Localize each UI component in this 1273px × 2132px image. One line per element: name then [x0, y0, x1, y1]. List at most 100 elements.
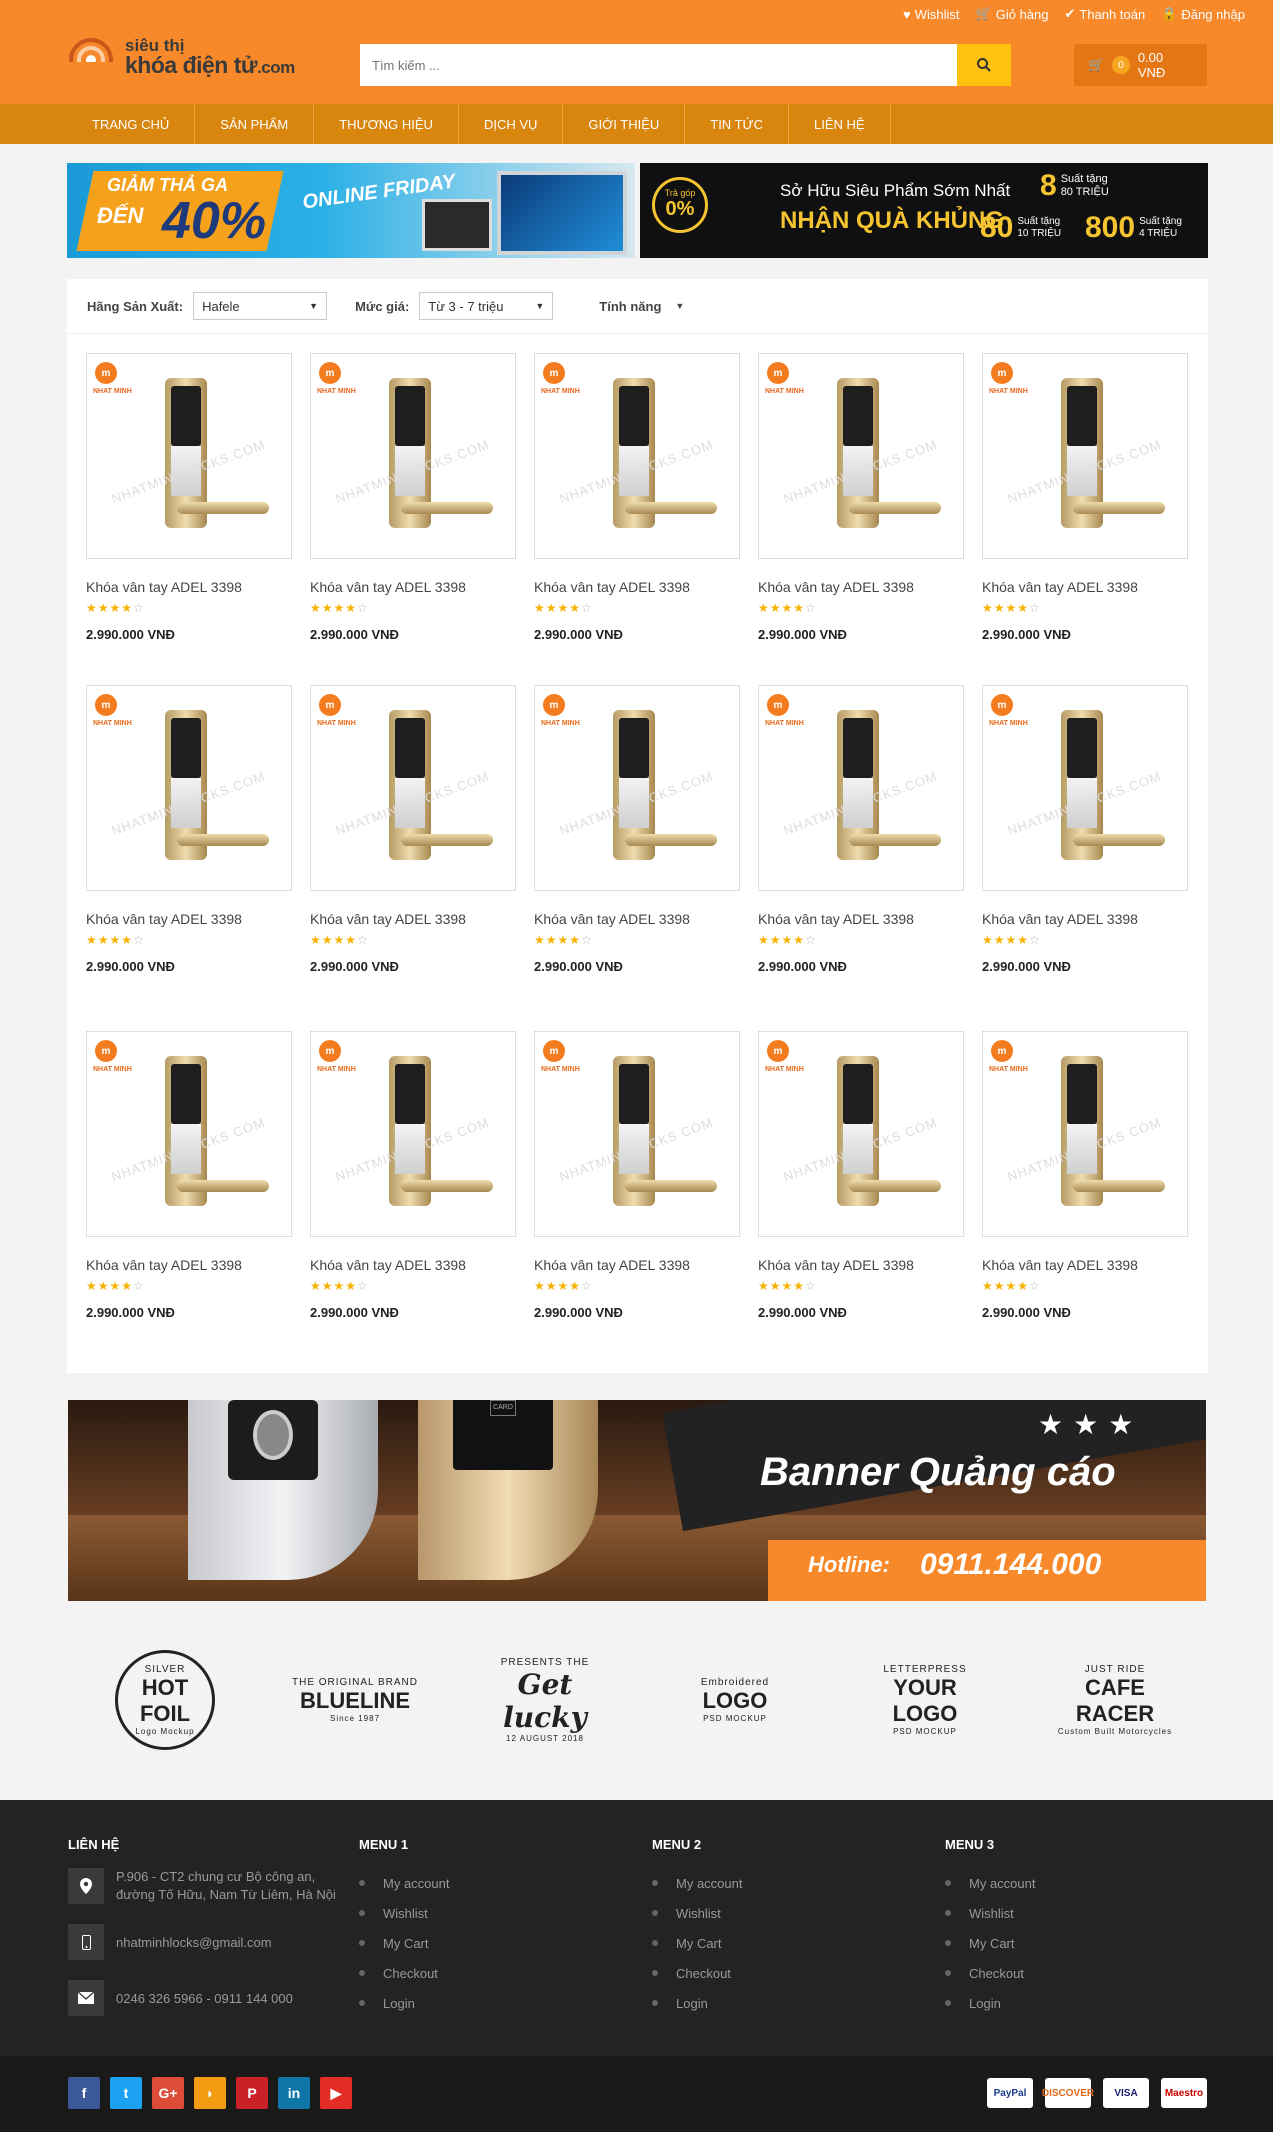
product-name[interactable]: Khóa vân tay ADEL 3398 [310, 911, 516, 927]
product-card[interactable]: m NHAT MINH NHATMINHLOCKS.COM Khóa vân t… [310, 353, 516, 642]
payment-paypal-icon: PayPal [987, 2078, 1033, 2108]
product-image[interactable]: m NHAT MINH NHATMINHLOCKS.COM [534, 1031, 740, 1237]
youtube-icon[interactable]: ▶ [320, 2077, 352, 2109]
footer-menu-item[interactable]: Checkout [945, 1958, 1035, 1988]
product-card[interactable]: m NHAT MINH NHATMINHLOCKS.COM Khóa vân t… [86, 685, 292, 974]
footer-menu-item[interactable]: My Cart [945, 1928, 1035, 1958]
product-name[interactable]: Khóa vân tay ADEL 3398 [534, 911, 740, 927]
product-image[interactable]: m NHAT MINH NHATMINHLOCKS.COM [982, 353, 1188, 559]
footer-menu-item[interactable]: Wishlist [945, 1898, 1035, 1928]
product-name[interactable]: Khóa vân tay ADEL 3398 [534, 579, 740, 595]
brand-logo[interactable]: JUST RIDE CAFE RACER Custom Built Motorc… [1050, 1650, 1180, 1750]
cart-link[interactable]: 🛒 Giỏ hàng [976, 6, 1049, 22]
product-card[interactable]: m NHAT MINH NHATMINHLOCKS.COM Khóa vân t… [758, 685, 964, 974]
facebook-icon[interactable]: f [68, 2077, 100, 2109]
product-name[interactable]: Khóa vân tay ADEL 3398 [982, 579, 1188, 595]
cart-button[interactable]: 🛒 0 0.00 VNĐ [1074, 44, 1207, 86]
product-image[interactable]: m NHAT MINH NHATMINHLOCKS.COM [758, 353, 964, 559]
brand-logo[interactable]: PRESENTS THE Get lucky 12 AUGUST 2018 [480, 1650, 610, 1750]
product-image[interactable]: m NHAT MINH NHATMINHLOCKS.COM [86, 353, 292, 559]
product-name[interactable]: Khóa vân tay ADEL 3398 [310, 1257, 516, 1273]
product-card[interactable]: m NHAT MINH NHATMINHLOCKS.COM Khóa vân t… [982, 353, 1188, 642]
nav-item-3[interactable]: DỊCH VỤ [459, 104, 564, 144]
footer-menu-item[interactable]: My account [652, 1868, 742, 1898]
linkedin-icon[interactable]: in [278, 2077, 310, 2109]
product-card[interactable]: m NHAT MINH NHATMINHLOCKS.COM Khóa vân t… [310, 1031, 516, 1320]
rating-stars-icon: ★★★★☆ [86, 601, 145, 615]
login-link[interactable]: 🔒 Đăng nhập [1161, 6, 1245, 22]
footer-menu-item[interactable]: Checkout [652, 1958, 742, 1988]
product-card[interactable]: m NHAT MINH NHATMINHLOCKS.COM Khóa vân t… [534, 1031, 740, 1320]
price-select[interactable]: Từ 3 - 7 triệu ▼ [419, 292, 554, 320]
nav-item-1[interactable]: SẢN PHẨM [195, 104, 315, 144]
product-name[interactable]: Khóa vân tay ADEL 3398 [86, 1257, 292, 1273]
rating-stars-icon: ★★★★☆ [758, 1279, 817, 1293]
rss-icon[interactable]: ◗ [194, 2077, 226, 2109]
site-logo[interactable]: siêu thị khóa điện tử.com [67, 36, 295, 78]
product-image[interactable]: m NHAT MINH NHATMINHLOCKS.COM [534, 685, 740, 891]
product-card[interactable]: m NHAT MINH NHATMINHLOCKS.COM Khóa vân t… [758, 1031, 964, 1320]
product-image[interactable]: m NHAT MINH NHATMINHLOCKS.COM [758, 685, 964, 891]
product-card[interactable]: m NHAT MINH NHATMINHLOCKS.COM Khóa vân t… [982, 685, 1188, 974]
footer-menu-item[interactable]: Login [945, 1988, 1035, 2018]
product-card[interactable]: m NHAT MINH NHATMINHLOCKS.COM Khóa vân t… [534, 685, 740, 974]
brand-logo[interactable]: Embroidered LOGO PSD MOCKUP [670, 1650, 800, 1750]
product-name[interactable]: Khóa vân tay ADEL 3398 [310, 579, 516, 595]
promo-banner-right[interactable]: Trả góp 0% Sở Hữu Siêu Phẩm Sớm Nhất NHẬ… [640, 163, 1208, 258]
footer-menu-item[interactable]: Login [652, 1988, 742, 2018]
product-card[interactable]: m NHAT MINH NHATMINHLOCKS.COM Khóa vân t… [758, 353, 964, 642]
product-card[interactable]: m NHAT MINH NHATMINHLOCKS.COM Khóa vân t… [310, 685, 516, 974]
footer-menu-item[interactable]: Login [359, 1988, 449, 2018]
brand-logo[interactable]: LETTERPRESS YOUR LOGO PSD MOCKUP [860, 1650, 990, 1750]
product-image[interactable]: m NHAT MINH NHATMINHLOCKS.COM [86, 685, 292, 891]
footer-menu-item[interactable]: My account [359, 1868, 449, 1898]
footer-menu-item[interactable]: My Cart [359, 1928, 449, 1958]
search-button[interactable] [957, 44, 1011, 86]
nav-item-5[interactable]: TIN TỨC [685, 104, 789, 144]
ad-banner[interactable]: CARD ★★★ Banner Quảng cáo Hotline: 0911.… [68, 1400, 1206, 1601]
twitter-icon[interactable]: t [110, 2077, 142, 2109]
bullet-icon [945, 2000, 951, 2006]
product-name[interactable]: Khóa vân tay ADEL 3398 [86, 579, 292, 595]
product-image[interactable]: m NHAT MINH NHATMINHLOCKS.COM [86, 1031, 292, 1237]
product-name[interactable]: Khóa vân tay ADEL 3398 [86, 911, 292, 927]
product-name[interactable]: Khóa vân tay ADEL 3398 [982, 911, 1188, 927]
nav-item-0[interactable]: TRANG CHỦ [67, 104, 196, 144]
nav-item-2[interactable]: THƯƠNG HIỆU [314, 104, 459, 144]
footer-menu-item[interactable]: My Cart [652, 1928, 742, 1958]
product-name[interactable]: Khóa vân tay ADEL 3398 [982, 1257, 1188, 1273]
feature-select[interactable]: Tính năng ▼ [599, 299, 684, 314]
footer-email[interactable]: nhatminhlocks@gmail.com [68, 1924, 348, 1961]
search-input[interactable] [360, 44, 957, 86]
checkout-link[interactable]: ✔ Thanh toán [1065, 6, 1146, 22]
product-card[interactable]: m NHAT MINH NHATMINHLOCKS.COM Khóa vân t… [982, 1031, 1188, 1320]
product-image[interactable]: m NHAT MINH NHATMINHLOCKS.COM [310, 1031, 516, 1237]
brand-logo[interactable]: SILVER HOT FOIL Logo Mockup [115, 1650, 215, 1750]
product-image[interactable]: m NHAT MINH NHATMINHLOCKS.COM [982, 685, 1188, 891]
product-name[interactable]: Khóa vân tay ADEL 3398 [534, 1257, 740, 1273]
google-plus-icon[interactable]: G+ [152, 2077, 184, 2109]
nav-item-6[interactable]: LIÊN HỆ [789, 104, 891, 144]
brand-select[interactable]: Hafele ▼ [193, 292, 328, 320]
pinterest-icon[interactable]: P [236, 2077, 268, 2109]
product-card[interactable]: m NHAT MINH NHATMINHLOCKS.COM Khóa vân t… [534, 353, 740, 642]
product-name[interactable]: Khóa vân tay ADEL 3398 [758, 1257, 964, 1273]
footer-menu-item[interactable]: My account [945, 1868, 1035, 1898]
product-image[interactable]: m NHAT MINH NHATMINHLOCKS.COM [310, 685, 516, 891]
product-card[interactable]: m NHAT MINH NHATMINHLOCKS.COM Khóa vân t… [86, 1031, 292, 1320]
brand-logo[interactable]: THE ORIGINAL BRAND BLUELINE Since 1987 [290, 1650, 420, 1750]
lock-handle [625, 1180, 717, 1192]
footer-menu-item[interactable]: Checkout [359, 1958, 449, 1988]
product-name[interactable]: Khóa vân tay ADEL 3398 [758, 911, 964, 927]
product-image[interactable]: m NHAT MINH NHATMINHLOCKS.COM [534, 353, 740, 559]
product-image[interactable]: m NHAT MINH NHATMINHLOCKS.COM [758, 1031, 964, 1237]
product-name[interactable]: Khóa vân tay ADEL 3398 [758, 579, 964, 595]
product-image[interactable]: m NHAT MINH NHATMINHLOCKS.COM [982, 1031, 1188, 1237]
wishlist-link[interactable]: ♥ Wishlist [903, 6, 960, 22]
nav-item-4[interactable]: GIỚI THIỆU [563, 104, 686, 144]
product-image[interactable]: m NHAT MINH NHATMINHLOCKS.COM [310, 353, 516, 559]
footer-menu-item[interactable]: Wishlist [359, 1898, 449, 1928]
footer-menu-item[interactable]: Wishlist [652, 1898, 742, 1928]
promo-banner-left[interactable]: GIẢM THẢ GA ĐẾN 40% ONLINE FRIDAY [67, 163, 635, 258]
product-card[interactable]: m NHAT MINH NHATMINHLOCKS.COM Khóa vân t… [86, 353, 292, 642]
